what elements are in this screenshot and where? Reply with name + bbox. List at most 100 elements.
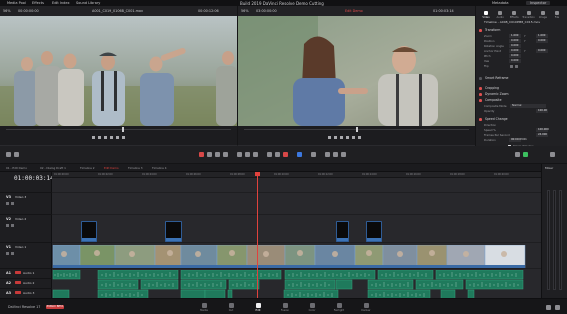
- page-fairlight[interactable]: Fairlight: [327, 302, 351, 314]
- loop-icon[interactable]: [122, 136, 125, 139]
- play-icon[interactable]: [110, 136, 113, 139]
- timeline-name[interactable]: Edit Demo: [345, 9, 363, 13]
- stop-icon[interactable]: [104, 136, 107, 139]
- volume-slider-icon[interactable]: [523, 152, 528, 157]
- flag-icon[interactable]: [297, 152, 302, 157]
- pitch-field[interactable]: 0.000: [509, 54, 521, 58]
- jump-start-icon[interactable]: [328, 136, 331, 139]
- play-icon[interactable]: [346, 136, 349, 139]
- track-options-icon[interactable]: [14, 152, 19, 157]
- page-edit[interactable]: Edit: [246, 300, 270, 314]
- source-scrub-handle[interactable]: [122, 127, 124, 132]
- speed-change-section[interactable]: Speed Change: [479, 117, 564, 122]
- timeline-tab-0[interactable]: 01 - Edit Demo: [6, 166, 27, 170]
- loop-icon[interactable]: [358, 136, 361, 139]
- track-name[interactable]: Video 1: [15, 245, 26, 249]
- speed-field[interactable]: 100.000: [536, 128, 549, 132]
- tab-image[interactable]: Image: [537, 10, 549, 20]
- track-visibility-icon[interactable]: [11, 202, 15, 206]
- audio-clips[interactable]: [52, 270, 541, 298]
- track-header-a2[interactable]: A2 Audio 2: [0, 278, 52, 288]
- page-cut[interactable]: Cut: [219, 302, 243, 314]
- zoom-slider-icon[interactable]: [341, 152, 346, 157]
- tab-effects[interactable]: Effects: [508, 10, 520, 20]
- zoom-out-icon[interactable]: [325, 152, 330, 157]
- timeline-tab-1[interactable]: 02 - Dialog Draft 1: [40, 166, 66, 170]
- track-name[interactable]: Video 3: [15, 195, 26, 199]
- title-clip[interactable]: [336, 221, 349, 242]
- position-x-field[interactable]: 0.000: [509, 39, 521, 43]
- zoom-y-field[interactable]: 1.000: [536, 34, 548, 38]
- timeline-tab-2[interactable]: Timeline 2: [80, 166, 95, 170]
- audio-mute-icon[interactable]: [515, 152, 520, 157]
- rotation-field[interactable]: 0.000: [509, 44, 521, 48]
- settings-icon[interactable]: [546, 305, 551, 310]
- transform-section[interactable]: Transform: [479, 28, 564, 33]
- composite-section[interactable]: Composite: [479, 98, 564, 103]
- jump-end-icon[interactable]: [116, 136, 119, 139]
- marker-icon[interactable]: [311, 152, 316, 157]
- layout-icon[interactable]: [6, 152, 11, 157]
- edit-index-button[interactable]: Edit Index: [48, 1, 74, 5]
- lock-track-icon[interactable]: [6, 224, 10, 228]
- duration-field[interactable]: 00:00:03:01: [509, 138, 527, 142]
- anchor-x-field[interactable]: 0.000: [509, 49, 521, 53]
- title-clip[interactable]: [165, 221, 182, 242]
- tab-video[interactable]: Video: [480, 10, 492, 20]
- blade-tool-icon[interactable]: [223, 152, 228, 157]
- jump-end-icon[interactable]: [352, 136, 355, 139]
- tab-audio[interactable]: Audio: [494, 10, 506, 20]
- dynamic-zoom-section[interactable]: Dynamic Zoom: [479, 92, 564, 97]
- home-icon[interactable]: [555, 305, 560, 310]
- track-header-a1[interactable]: A1 Audio 1: [0, 268, 52, 278]
- insert-clip-icon[interactable]: [237, 152, 242, 157]
- smart-reframe-section[interactable]: Smart Reframe: [479, 76, 564, 81]
- track-header-v1[interactable]: V1 Video 1: [0, 242, 52, 268]
- title-clip[interactable]: [81, 221, 97, 242]
- title-clip[interactable]: [366, 221, 382, 242]
- metadata-button[interactable]: Metadata: [488, 1, 513, 5]
- linked-selection-icon[interactable]: [275, 152, 280, 157]
- effects-button[interactable]: Effects: [28, 1, 48, 5]
- inspector-button[interactable]: Inspector: [526, 1, 551, 5]
- track-name[interactable]: Audio 1: [23, 271, 34, 275]
- source-zoom[interactable]: 56%: [3, 9, 11, 13]
- reverse-play-icon[interactable]: [334, 136, 337, 139]
- dynamic-trim-icon[interactable]: [215, 152, 220, 157]
- track-name[interactable]: Audio 2: [23, 281, 34, 285]
- timeline-tab-3[interactable]: Edit Demo: [104, 166, 119, 170]
- timeline-tab-4[interactable]: Timeline 3: [128, 166, 143, 170]
- source-clip-name[interactable]: A001_C019_0106B_C001.mov: [92, 9, 143, 13]
- track-name[interactable]: Audio 3: [23, 291, 34, 295]
- reverse-play-icon[interactable]: [98, 136, 101, 139]
- page-color[interactable]: Color: [300, 302, 324, 314]
- timeline-scrub-handle[interactable]: [356, 127, 358, 132]
- jump-start-icon[interactable]: [92, 136, 95, 139]
- track-header-v2[interactable]: V2 Video 2: [0, 214, 52, 242]
- track-name[interactable]: Video 2: [15, 217, 26, 221]
- composite-mode-select[interactable]: Normal: [510, 104, 546, 108]
- snapping-icon[interactable]: [267, 152, 272, 157]
- track-visibility-icon[interactable]: [11, 224, 15, 228]
- media-pool-button[interactable]: Media Pool: [3, 1, 30, 5]
- zoom-in-icon[interactable]: [333, 152, 338, 157]
- cropping-section[interactable]: Cropping: [479, 86, 564, 91]
- overwrite-clip-icon[interactable]: [245, 152, 250, 157]
- trim-tool-icon[interactable]: [207, 152, 212, 157]
- timeline-zoom[interactable]: 56%: [241, 9, 249, 13]
- zoom-x-field[interactable]: 1.000: [509, 34, 521, 38]
- anchor-y-field[interactable]: 0.000: [536, 49, 548, 53]
- lock-track-icon[interactable]: [6, 252, 10, 256]
- source-viewer[interactable]: [0, 16, 237, 126]
- track-visibility-icon[interactable]: [11, 252, 15, 256]
- page-media[interactable]: Media: [192, 302, 216, 314]
- timeline-tab-5[interactable]: Timeline 4: [152, 166, 167, 170]
- timeline-ruler[interactable]: 01:00:00:00 01:00:02:00 01:00:04:00 01:0…: [52, 172, 541, 178]
- replace-clip-icon[interactable]: [253, 152, 258, 157]
- tab-file[interactable]: File: [551, 10, 563, 20]
- stop-icon[interactable]: [340, 136, 343, 139]
- track-header-a3[interactable]: A3 Audio 3: [0, 288, 52, 298]
- fps-field[interactable]: 24.000: [536, 133, 548, 137]
- selection-tool-icon[interactable]: [199, 152, 204, 157]
- source-scrubber[interactable]: [6, 129, 231, 130]
